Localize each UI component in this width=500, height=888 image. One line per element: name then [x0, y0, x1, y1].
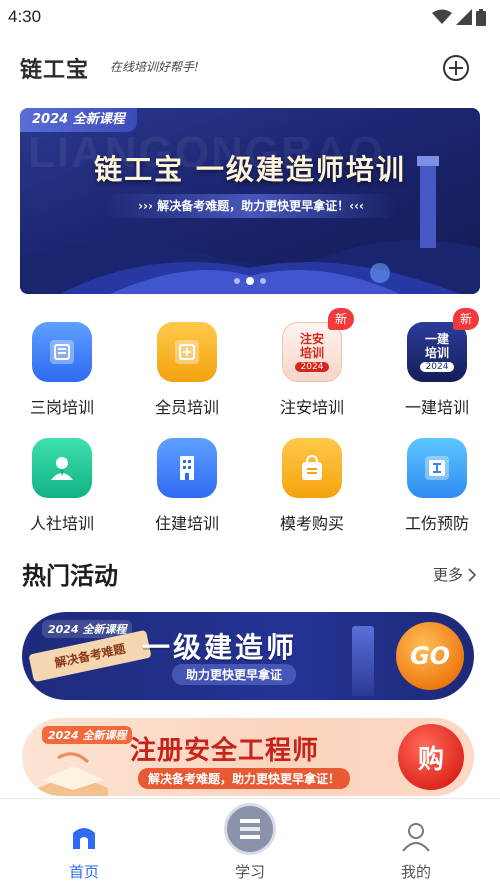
building-icon	[157, 438, 217, 498]
nav-item-home[interactable]: 首页	[34, 799, 134, 888]
status-icons	[432, 8, 486, 26]
grid-item-hr-training[interactable]: 人社培训	[12, 434, 112, 544]
main-banner[interactable]: LIANGONGBAO 2024 全新课程 链工宝 一级建造师培训 ››› 解决…	[20, 108, 480, 294]
grid-item-construction-course[interactable]: 一建 培训 2024 新 一建培训	[387, 308, 487, 428]
icon-text-line2: 培训	[424, 346, 449, 360]
status-time: 4:30	[8, 7, 42, 26]
shopping-bag-icon	[282, 438, 342, 498]
grid-item-mock-exam-purchase[interactable]: 模考购买	[262, 434, 362, 544]
grid-item-three-posts[interactable]: 三岗培训	[12, 318, 112, 428]
grid-item-housing-construction[interactable]: 住建培训	[137, 434, 237, 544]
more-label: 更多	[433, 566, 464, 584]
app-slogan: 在线培训好帮手!	[110, 60, 199, 74]
grid-label: 一建培训	[404, 398, 469, 417]
banner-tag: 2024 全新课程	[20, 108, 137, 132]
promo-title: 一级建造师	[142, 631, 298, 664]
construction-course-icon: 一建 培训 2024	[407, 322, 467, 382]
new-badge: 新	[453, 308, 479, 330]
promo-tag: 2024 全新课程	[42, 620, 133, 638]
status-bar: 4:30	[0, 0, 500, 34]
battery-icon	[476, 8, 486, 26]
app-logo: 链工宝	[20, 58, 90, 83]
grid-item-all-staff[interactable]: 全员培训	[137, 318, 237, 428]
promo-title: 注册安全工程师	[130, 736, 320, 766]
grid-label: 三岗培训	[29, 398, 94, 417]
nav-label: 学习	[234, 863, 265, 881]
pagination-dot[interactable]	[260, 278, 266, 284]
grid-label: 人社培训	[29, 514, 94, 533]
safety-course-icon: 注安 培训 2024	[282, 322, 342, 382]
person-icon	[32, 438, 92, 498]
go-button[interactable]: GO	[396, 622, 464, 690]
nav-item-profile[interactable]: 我的	[366, 799, 466, 888]
promo-banner-construction[interactable]: 解决备考难题 2024 全新课程 一级建造师 助力更快更早拿证 GO	[22, 612, 474, 700]
banner-subtitle: ››› 解决备考难题，助力更快更早拿证！‹‹‹	[106, 194, 396, 218]
nav-label: 我的	[400, 863, 431, 881]
lighthouse-illustration	[352, 626, 374, 696]
grid-item-safety-course[interactable]: 注安 培训 2024 新 注安培训	[262, 308, 362, 428]
add-button[interactable]	[442, 54, 470, 82]
app-header: 链工宝 在线培训好帮手!	[0, 46, 500, 90]
icon-text-line2: 培训	[299, 346, 324, 360]
nav-item-study[interactable]: 学习	[200, 799, 300, 888]
plus-circle-icon	[443, 55, 469, 81]
promo-subtitle: 助力更快更早拿证	[172, 664, 297, 685]
grid-item-injury-prevention[interactable]: 工伤预防	[387, 434, 487, 544]
study-icon	[224, 803, 276, 855]
wifi-icon	[432, 9, 452, 24]
grid-label: 模考购买	[279, 514, 344, 533]
promo-subtitle: 解决备考难题，助力更快更早拿证！	[138, 768, 351, 789]
grid-label: 全员培训	[154, 398, 219, 417]
document-icon	[32, 322, 92, 382]
all-staff-icon	[157, 322, 217, 382]
home-icon	[73, 828, 95, 849]
buy-button[interactable]: 购	[398, 724, 464, 790]
promo-tag: 2024 全新课程	[42, 726, 133, 744]
section-title: 热门活动	[22, 562, 118, 590]
icon-year: 2024	[419, 362, 455, 372]
grid-label: 住建培训	[154, 514, 219, 533]
icon-text-line1: 注安	[299, 332, 324, 346]
grid-label: 注安培训	[279, 398, 344, 417]
more-link[interactable]: 更多	[433, 564, 477, 585]
promo-banner-safety-engineer[interactable]: 2024 全新课程 注册安全工程师 解决备考难题，助力更快更早拿证！ 购	[22, 718, 474, 796]
banner-pagination	[234, 277, 266, 285]
nav-label: 首页	[68, 863, 99, 881]
grid-label: 工伤预防	[404, 514, 469, 533]
new-badge: 新	[328, 308, 354, 330]
signal-icon	[456, 9, 472, 25]
chevron-right-icon	[468, 567, 477, 582]
bottom-nav: 首页 学习 我的	[0, 798, 500, 888]
pagination-dot-active[interactable]	[246, 277, 254, 285]
hot-activities-header: 热门活动 更多	[0, 552, 500, 592]
profile-icon	[402, 823, 430, 852]
injury-prevention-icon	[407, 438, 467, 498]
banner-title: 链工宝 一级建造师培训	[94, 153, 406, 186]
pagination-dot[interactable]	[234, 278, 240, 284]
icon-text-line1: 一建	[424, 332, 449, 346]
icon-year: 2024	[294, 362, 330, 372]
